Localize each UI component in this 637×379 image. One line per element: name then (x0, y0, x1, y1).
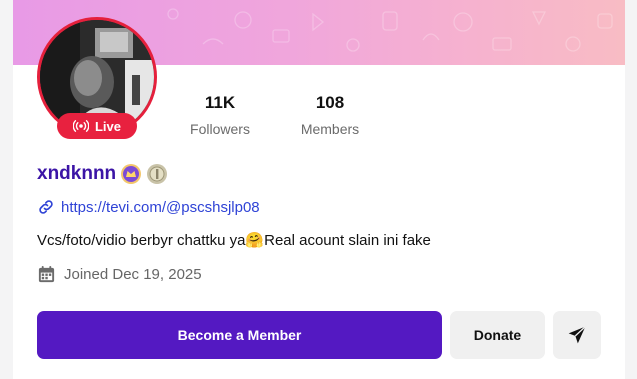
avatar-wrapper[interactable]: Live (37, 17, 157, 139)
send-icon (568, 326, 586, 344)
followers-stat[interactable]: 11K Followers (189, 93, 251, 137)
become-member-button[interactable]: Become a Member (37, 311, 442, 359)
followers-label: Followers (190, 121, 250, 137)
joined-row: Joined Dec 19, 2025 (37, 265, 202, 284)
live-label: Live (94, 118, 121, 134)
profile-name: xndknnn (37, 163, 117, 184)
donate-button[interactable]: Donate (450, 311, 545, 359)
calendar-icon (38, 265, 55, 283)
profile-link-text[interactable]: https://tevi.com/@pscshsjlp08 (61, 199, 260, 216)
link-icon (39, 200, 53, 214)
members-label: Members (300, 121, 360, 137)
profile-link[interactable]: https://tevi.com/@pscshsjlp08 (37, 198, 260, 216)
broadcast-icon (72, 120, 89, 132)
profile-card: Live 11K Followers 108 Members xndknnn h… (13, 0, 625, 379)
followers-count: 11K (204, 93, 236, 112)
crown-badge-icon[interactable] (120, 163, 142, 185)
level-medal-icon[interactable] (146, 163, 168, 185)
members-count: 108 (315, 93, 345, 112)
joined-date: Joined Dec 19, 2025 (64, 266, 202, 283)
profile-bio: Vcs/foto/vidio berbyr chattku ya🤗Real ac… (37, 232, 431, 249)
send-message-button[interactable] (553, 311, 601, 359)
members-stat[interactable]: 108 Members (297, 93, 363, 137)
live-badge[interactable]: Live (57, 113, 137, 139)
name-row: xndknnn (37, 163, 168, 185)
